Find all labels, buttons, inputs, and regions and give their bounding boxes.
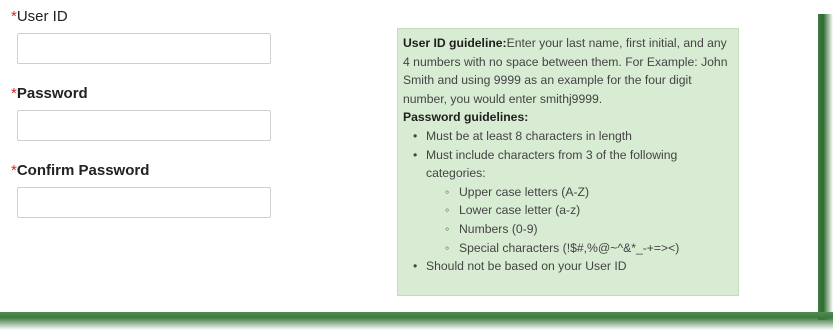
password-input[interactable] (17, 110, 271, 141)
list-item: Should not be based on your User ID (413, 257, 730, 276)
list-item: Must include characters from 3 of the fo… (413, 146, 730, 258)
user-id-label-text: User ID (16, 8, 68, 25)
character-categories-list: Upper case letters (A-Z) Lower case lett… (426, 183, 730, 257)
registration-card: *User ID *Password *Confirm Password Use… (0, 0, 822, 317)
confirm-password-input[interactable] (17, 187, 271, 218)
user-id-guideline-title: User ID guideline: (403, 36, 507, 50)
password-guidelines-title: Password guidelines: (403, 108, 730, 127)
user-id-input[interactable] (17, 33, 271, 64)
list-item-text: Must include characters from 3 of the fo… (426, 147, 678, 181)
list-item: Special characters (!$#,%@~^&*_-+=><) (445, 239, 730, 258)
list-item: Numbers (0-9) (445, 220, 730, 239)
card-shadow-right (818, 14, 833, 320)
password-label-text: Password (16, 85, 88, 102)
confirm-password-label: *Confirm Password (11, 162, 149, 179)
password-guidelines-title-text: Password guidelines: (403, 110, 529, 125)
password-label: *Password (11, 85, 88, 102)
list-item: Upper case letters (A-Z) (445, 183, 730, 202)
confirm-password-label-text: Confirm Password (16, 162, 150, 179)
password-rules-list: Must be at least 8 characters in length … (403, 127, 730, 276)
card-shadow-bottom (0, 312, 833, 330)
list-item: Must be at least 8 characters in length (413, 127, 730, 146)
guidelines-panel: User ID guideline:Enter your last name, … (397, 28, 739, 296)
user-id-label: *User ID (11, 8, 68, 25)
list-item: Lower case letter (a-z) (445, 201, 730, 220)
user-id-guideline: User ID guideline:Enter your last name, … (403, 34, 730, 108)
